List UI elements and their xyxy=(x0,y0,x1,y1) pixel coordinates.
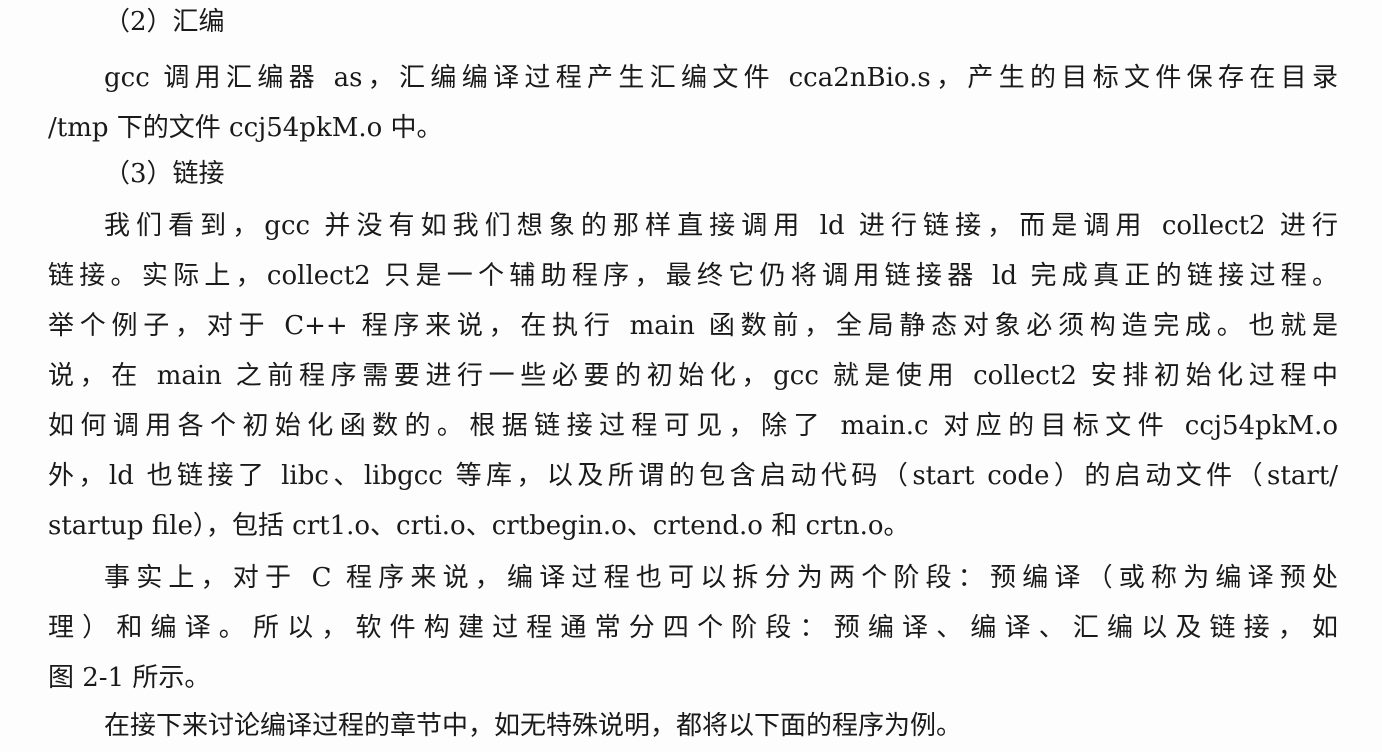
document-page: （2）汇编 gcc 调用汇编器 as，汇编编译过程产生汇编文件 cca2nBio… xyxy=(0,0,1382,752)
paragraph-line: /tmp 下的文件 ccj54pkM.o 中。 xyxy=(48,113,443,143)
section-heading-assembly: （2）汇编 xyxy=(104,7,225,37)
paragraph-line: 说，在 main 之前程序需要进行一些必要的初始化，gcc 就是使用 colle… xyxy=(48,361,1338,391)
paragraph-line: startup file），包括 crt1.o、crti.o、crtbegin.… xyxy=(48,511,910,541)
paragraph-line: 举个例子，对于 C++ 程序来说，在执行 main 函数前，全局静态对象必须构造… xyxy=(48,311,1338,341)
paragraph-line: 如何调用各个初始化函数的。根据链接过程可见，除了 main.c 对应的目标文件 … xyxy=(48,411,1338,441)
paragraph-line: 链接。实际上，collect2 只是一个辅助程序，最终它仍将调用链接器 ld 完… xyxy=(48,261,1338,291)
paragraph-line: 在接下来讨论编译过程的章节中，如无特殊说明，都将以下面的程序为例。 xyxy=(104,711,963,741)
paragraph-line: 事实上，对于 C 程序来说，编译过程也可以拆分为两个阶段：预编译（或称为编译预处 xyxy=(104,563,1338,593)
paragraph-line: gcc 调用汇编器 as，汇编编译过程产生汇编文件 cca2nBio.s，产生的… xyxy=(104,63,1338,93)
section-heading-linking: （3）链接 xyxy=(104,159,225,189)
paragraph-line: 图 2-1 所示。 xyxy=(48,663,211,693)
paragraph-line: 我们看到，gcc 并没有如我们想象的那样直接调用 ld 进行链接，而是调用 co… xyxy=(104,211,1338,241)
paragraph-line: 外，ld 也链接了 libc、libgcc 等库，以及所谓的包含启动代码（sta… xyxy=(48,461,1338,491)
paragraph-line: 理）和编译。所以，软件构建过程通常分四个阶段：预编译、编译、汇编以及链接，如 xyxy=(48,613,1338,643)
